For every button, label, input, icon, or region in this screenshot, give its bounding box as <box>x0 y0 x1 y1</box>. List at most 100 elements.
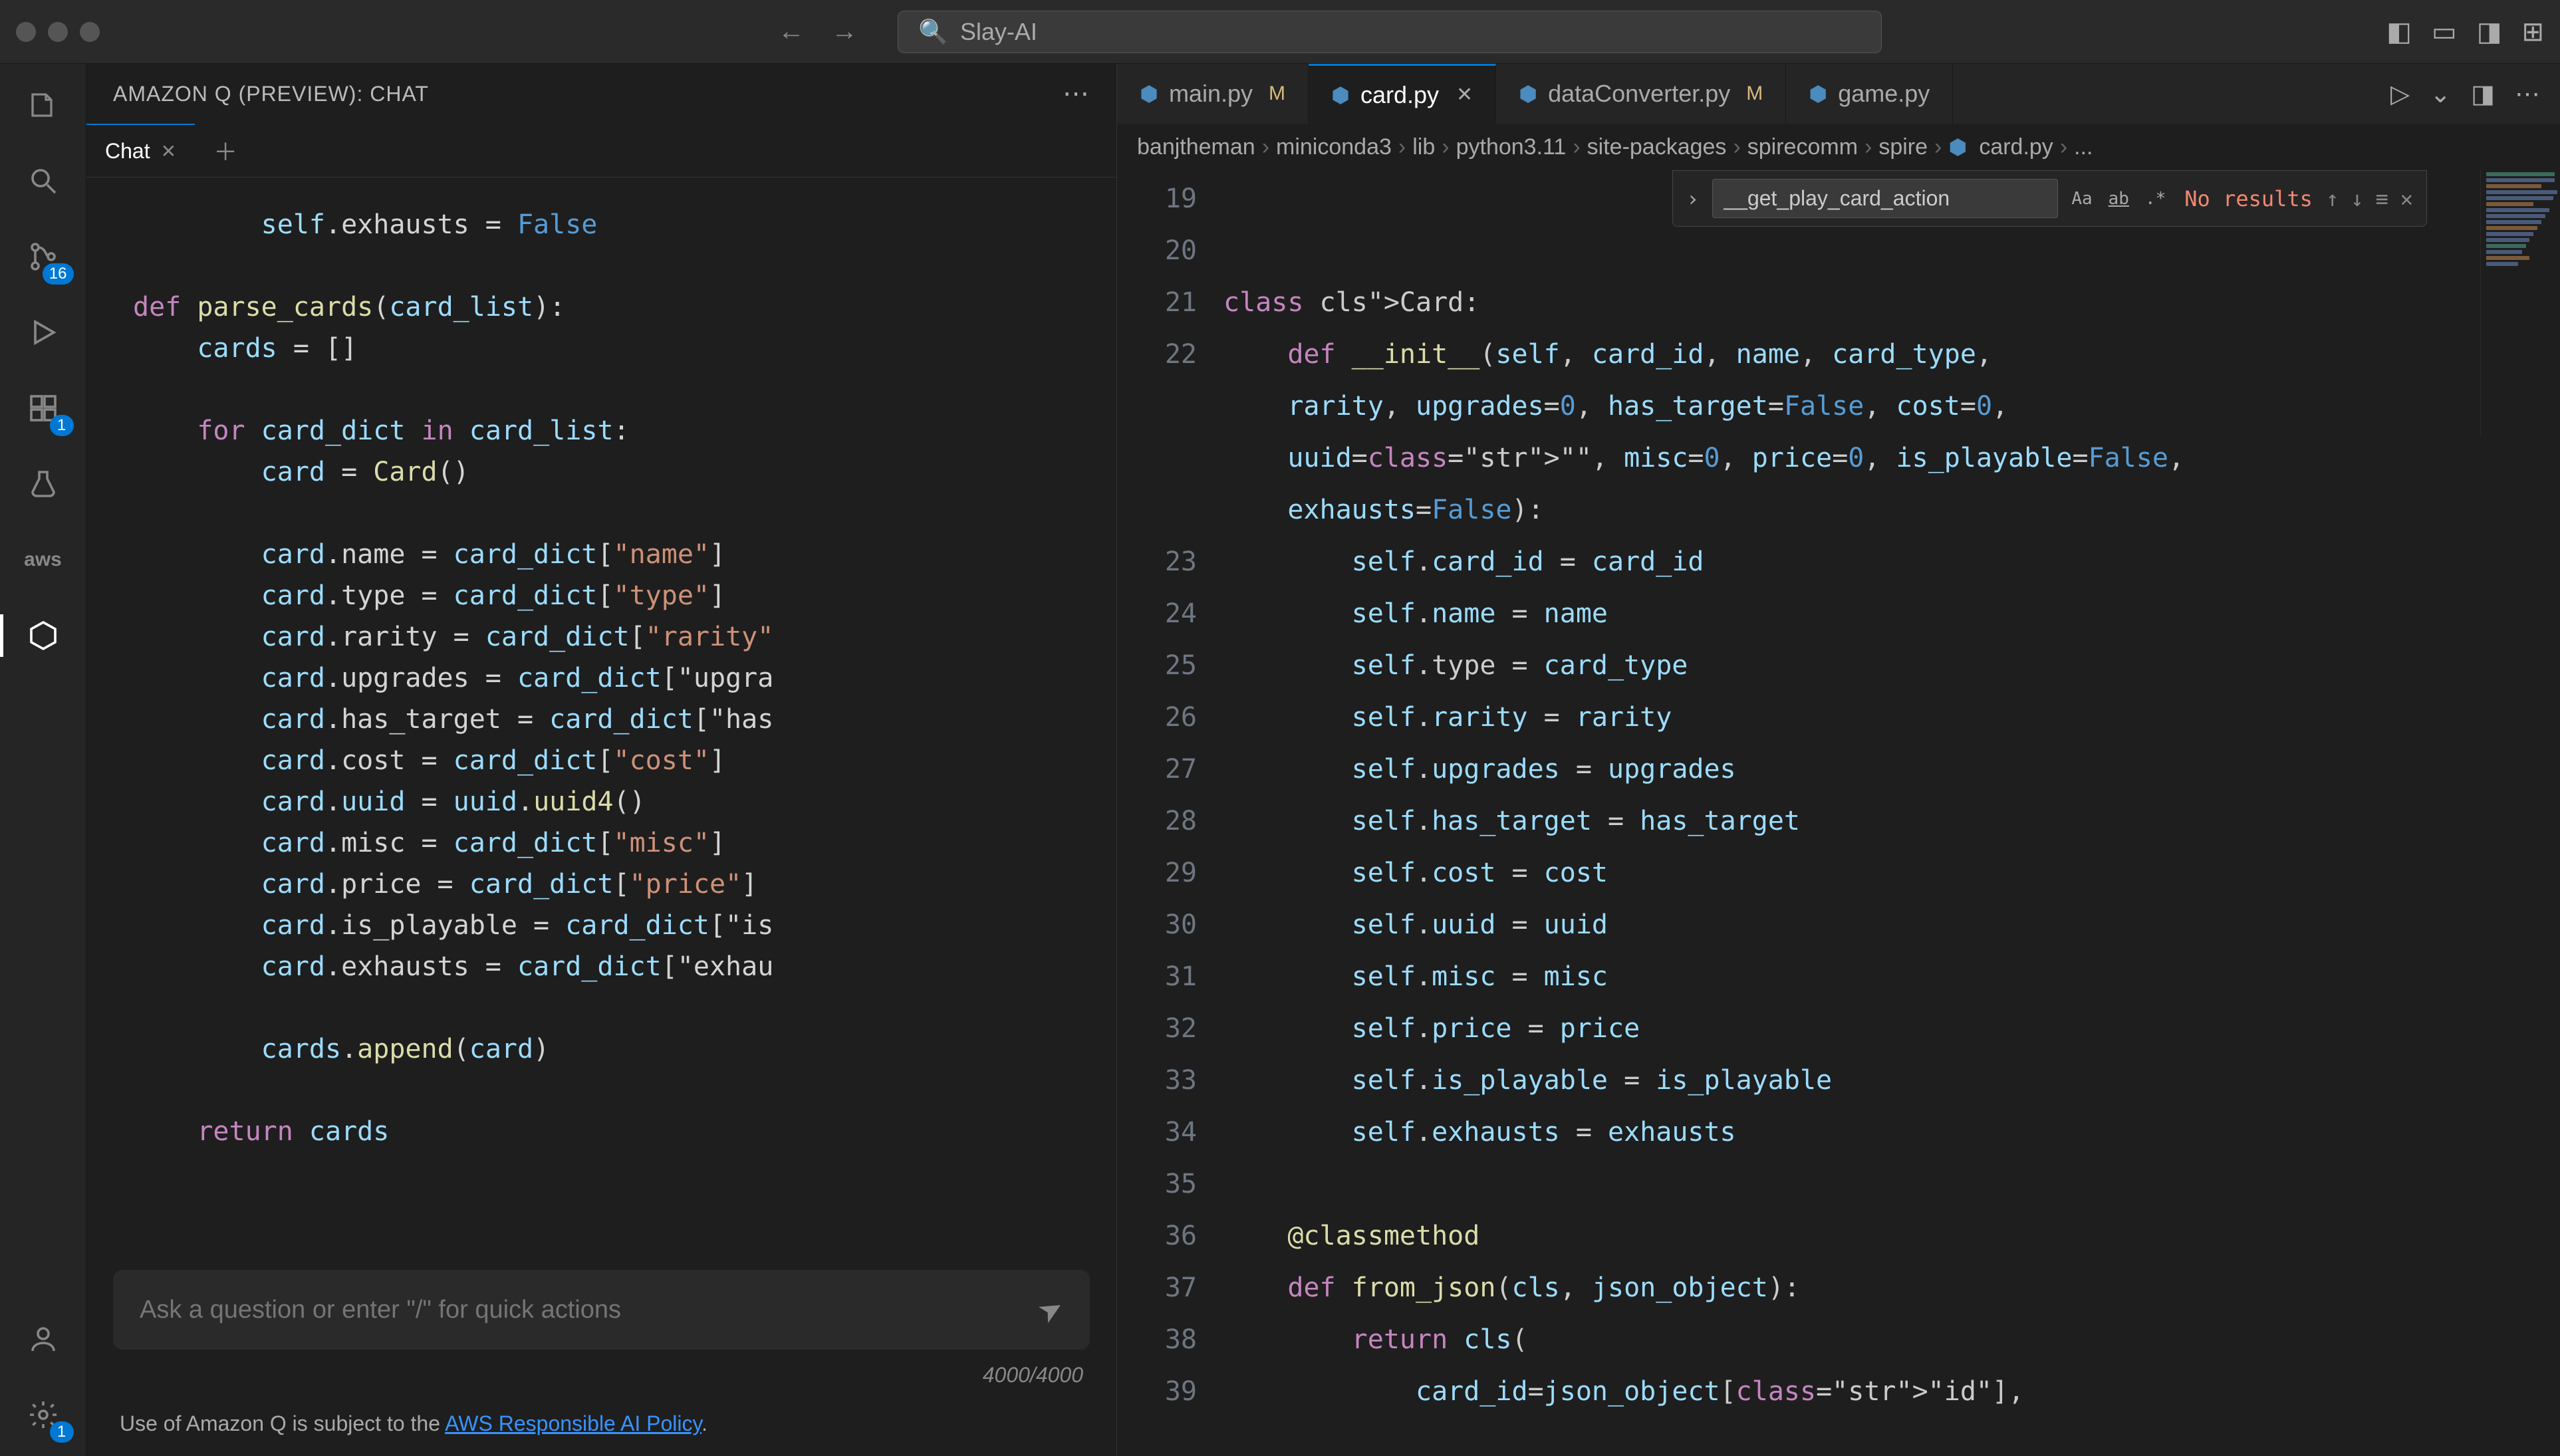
nav-arrows: ← → <box>778 17 858 47</box>
python-icon: ⬢ <box>1948 134 1967 160</box>
chat-input[interactable] <box>140 1296 1039 1324</box>
find-case-icon[interactable]: Aa <box>2066 186 2097 211</box>
run-icon[interactable]: ▷ <box>2390 79 2410 109</box>
search-text: Slay-AI <box>960 18 1037 46</box>
line-number: 23 <box>1117 536 1197 588</box>
chat-counter: 4000/4000 <box>86 1363 1116 1399</box>
minimap[interactable] <box>2480 170 2560 436</box>
line-number: 29 <box>1117 847 1197 899</box>
line-number: 19 <box>1117 173 1197 225</box>
line-number: 34 <box>1117 1106 1197 1158</box>
tab-label: game.py <box>1838 80 1930 108</box>
editor-tab-dataConverter-py[interactable]: ⬢dataConverter.pyM <box>1496 64 1786 124</box>
line-number: 20 <box>1117 225 1197 277</box>
close-window[interactable] <box>16 22 36 42</box>
sidebar: AMAZON Q (PREVIEW): CHAT ⋯ Chat ✕ ＋ self… <box>86 64 1117 1456</box>
chat-tab-label: Chat <box>105 139 150 164</box>
tab-label: dataConverter.py <box>1548 80 1730 108</box>
chat-tab-close-icon[interactable]: ✕ <box>161 140 176 162</box>
new-chat-tab[interactable]: ＋ <box>195 124 256 177</box>
find-input[interactable] <box>1712 179 2058 218</box>
breadcrumb-segment[interactable]: ... <box>2074 134 2093 160</box>
breadcrumb-segment[interactable]: python3.11 <box>1456 134 1567 160</box>
layout-panel-icon[interactable]: ▭ <box>2432 17 2457 47</box>
line-number: 24 <box>1117 588 1197 640</box>
chat-tab[interactable]: Chat ✕ <box>86 124 195 177</box>
editor-more-icon[interactable]: ⋯ <box>2515 79 2540 109</box>
layout-customize-icon[interactable]: ⊞ <box>2521 17 2544 47</box>
breadcrumb-segment[interactable]: spire <box>1878 134 1928 160</box>
python-icon: ⬢ <box>1331 82 1350 108</box>
nav-forward-icon[interactable]: → <box>831 17 858 47</box>
line-number: 38 <box>1117 1314 1197 1366</box>
settings-gear-icon[interactable]: 1 <box>22 1394 64 1436</box>
breadcrumb-segment[interactable]: banjtheman <box>1137 134 1255 160</box>
find-expand-icon[interactable]: › <box>1686 186 1699 211</box>
tab-close-icon[interactable]: ✕ <box>1456 83 1473 106</box>
tab-label: card.py <box>1360 81 1439 109</box>
breadcrumb-segment[interactable]: lib <box>1412 134 1435 160</box>
amazon-q-icon[interactable] <box>22 614 64 657</box>
code-content[interactable]: class cls">Card: def __init__(self, card… <box>1223 170 2560 1456</box>
layout-secondary-icon[interactable]: ◨ <box>2477 17 2502 47</box>
editor-tabs: ⬢main.pyM⬢card.py✕⬢dataConverter.pyM⬢gam… <box>1117 64 2560 124</box>
minimize-window[interactable] <box>48 22 68 42</box>
sidebar-more-icon[interactable]: ⋯ <box>1063 78 1090 109</box>
source-control-icon[interactable]: 16 <box>22 235 64 278</box>
modified-indicator: M <box>1269 82 1285 105</box>
find-prev-icon[interactable]: ↑ <box>2326 186 2339 211</box>
accounts-icon[interactable] <box>22 1318 64 1360</box>
footer-disclaimer: Use of Amazon Q is subject to the AWS Re… <box>86 1399 1116 1456</box>
line-number: 31 <box>1117 951 1197 1003</box>
footer-link[interactable]: AWS Responsible AI Policy <box>445 1411 702 1435</box>
line-number: 26 <box>1117 691 1197 743</box>
breadcrumb-segment[interactable]: card.py <box>1979 134 2053 160</box>
find-word-icon[interactable]: ab <box>2103 186 2134 211</box>
line-number: 37 <box>1117 1262 1197 1314</box>
editor-body: 19202122 2324252627282930313233343536373… <box>1117 170 2560 1456</box>
maximize-window[interactable] <box>80 22 100 42</box>
explorer-icon[interactable] <box>22 84 64 126</box>
testing-icon[interactable] <box>22 463 64 505</box>
find-selection-icon[interactable]: ≡ <box>2375 186 2388 211</box>
find-next-icon[interactable]: ↓ <box>2351 186 2363 211</box>
editor-tab-card-py[interactable]: ⬢ card.py ✕ <box>1309 64 1496 124</box>
breadcrumb-segment[interactable]: site-packages <box>1587 134 1727 160</box>
line-number: 33 <box>1117 1054 1197 1106</box>
editor-area: ⬢ main.py M ⬢ card.py ✕ ⬢ dataConverter.py M ⬢ gam… <box>1117 64 2560 1456</box>
find-regex-icon[interactable]: .* <box>2140 186 2171 211</box>
find-widget: › Aa ab .* No results ↑ ↓ ≡ ✕ <box>1672 170 2427 227</box>
footer-suffix: . <box>702 1411 707 1435</box>
line-number: 30 <box>1117 899 1197 951</box>
activity-bar: 16 1 aws 1 <box>0 64 86 1456</box>
python-icon: ⬢ <box>1140 81 1158 106</box>
line-number: 39 <box>1117 1366 1197 1417</box>
run-debug-icon[interactable] <box>22 311 64 354</box>
modified-indicator: M <box>1746 82 1763 105</box>
line-number: 27 <box>1117 743 1197 795</box>
scm-badge: 16 <box>43 263 74 285</box>
chat-code-snippet: self.exhausts = False def parse_cards(ca… <box>113 191 1090 1243</box>
tab-label: main.py <box>1169 80 1253 108</box>
line-number: 32 <box>1117 1003 1197 1054</box>
aws-icon[interactable]: aws <box>22 539 64 581</box>
breadcrumb-segment[interactable]: spirecomm <box>1747 134 1858 160</box>
command-center[interactable]: 🔍 Slay-AI <box>898 11 1882 53</box>
run-dropdown-icon[interactable]: ⌄ <box>2430 79 2451 109</box>
search-activity-icon[interactable] <box>22 160 64 202</box>
layout-primary-icon[interactable]: ◧ <box>2386 17 2412 47</box>
titlebar: ← → 🔍 Slay-AI ◧ ▭ ◨ ⊞ <box>0 0 2560 64</box>
find-close-icon[interactable]: ✕ <box>2400 186 2413 211</box>
line-number: 21 <box>1117 277 1197 328</box>
breadcrumb-segment[interactable]: miniconda3 <box>1276 134 1392 160</box>
chat-input-row: ➤ <box>113 1270 1090 1350</box>
extensions-icon[interactable]: 1 <box>22 387 64 429</box>
breadcrumb[interactable]: banjtheman›miniconda3›lib›python3.11›sit… <box>1117 124 2560 170</box>
editor-tab-main-py[interactable]: ⬢ main.py M <box>1117 64 1309 124</box>
split-editor-icon[interactable]: ◨ <box>2471 79 2495 109</box>
line-number: 22 <box>1117 328 1197 380</box>
editor-tab-game-py[interactable]: ⬢ game.py <box>1786 64 1953 124</box>
nav-back-icon[interactable]: ← <box>778 17 805 47</box>
python-icon: ⬢ <box>1809 81 1827 106</box>
find-results: No results <box>2184 186 2313 211</box>
